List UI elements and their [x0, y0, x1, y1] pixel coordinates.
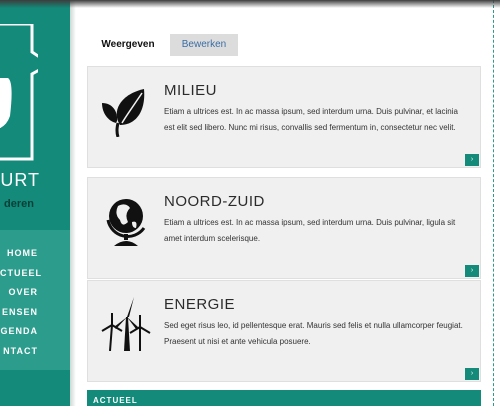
read-more-button[interactable]: › — [465, 368, 479, 380]
card-title: ENERGIE — [164, 296, 236, 313]
logo-icon — [0, 24, 38, 161]
card-title: MILIEU — [164, 82, 218, 99]
sidebar-footer — [0, 370, 70, 406]
card-milieu: MILIEU Etiam a ultrices est. In ac massa… — [87, 66, 481, 168]
card-text: Sed eget risus leo, id pellentesque erat… — [164, 321, 463, 346]
card-text: Etiam a ultrices est. In ac massa ipsum,… — [164, 218, 456, 243]
nav-item-over[interactable]: OVER — [0, 283, 70, 303]
tab-weergeven[interactable]: Weergeven — [88, 34, 168, 56]
section-heading-actueel: ACTUEEL — [87, 390, 481, 406]
nav-item-mensen[interactable]: ENSEN — [0, 303, 70, 323]
read-more-button[interactable]: › — [465, 154, 479, 166]
main-navigation: HOME CTUEEL OVER ENSEN GENDA NTACT — [0, 230, 70, 370]
card-text: Etiam a ultrices est. In ac massa ipsum,… — [164, 107, 458, 132]
nav-item-home[interactable]: HOME — [0, 244, 70, 264]
card-energie: ENERGIE Sed eget risus leo, id pellentes… — [87, 280, 481, 382]
top-shadow — [0, 0, 500, 8]
read-more-button[interactable]: › — [465, 265, 479, 277]
sidebar-shadow — [70, 0, 76, 406]
tab-bewerken[interactable]: Bewerken — [170, 34, 238, 56]
nav-item-actueel[interactable]: CTUEEL — [0, 264, 70, 284]
wind-turbine-icon — [101, 297, 151, 351]
brand-name: HURT — [0, 170, 40, 190]
globe-icon — [106, 199, 146, 246]
sidebar: HURT deren HOME CTUEEL OVER ENSEN GENDA … — [0, 0, 70, 406]
card-title: NOORD-ZUID — [164, 193, 265, 210]
brand-tagline: deren — [4, 198, 34, 210]
nav-item-agenda[interactable]: GENDA — [0, 322, 70, 342]
content-border — [493, 0, 494, 406]
leaf-icon — [102, 89, 145, 137]
card-noord-zuid: NOORD-ZUID Etiam a ultrices est. In ac m… — [87, 177, 481, 279]
nav-item-contact[interactable]: NTACT — [0, 342, 70, 362]
